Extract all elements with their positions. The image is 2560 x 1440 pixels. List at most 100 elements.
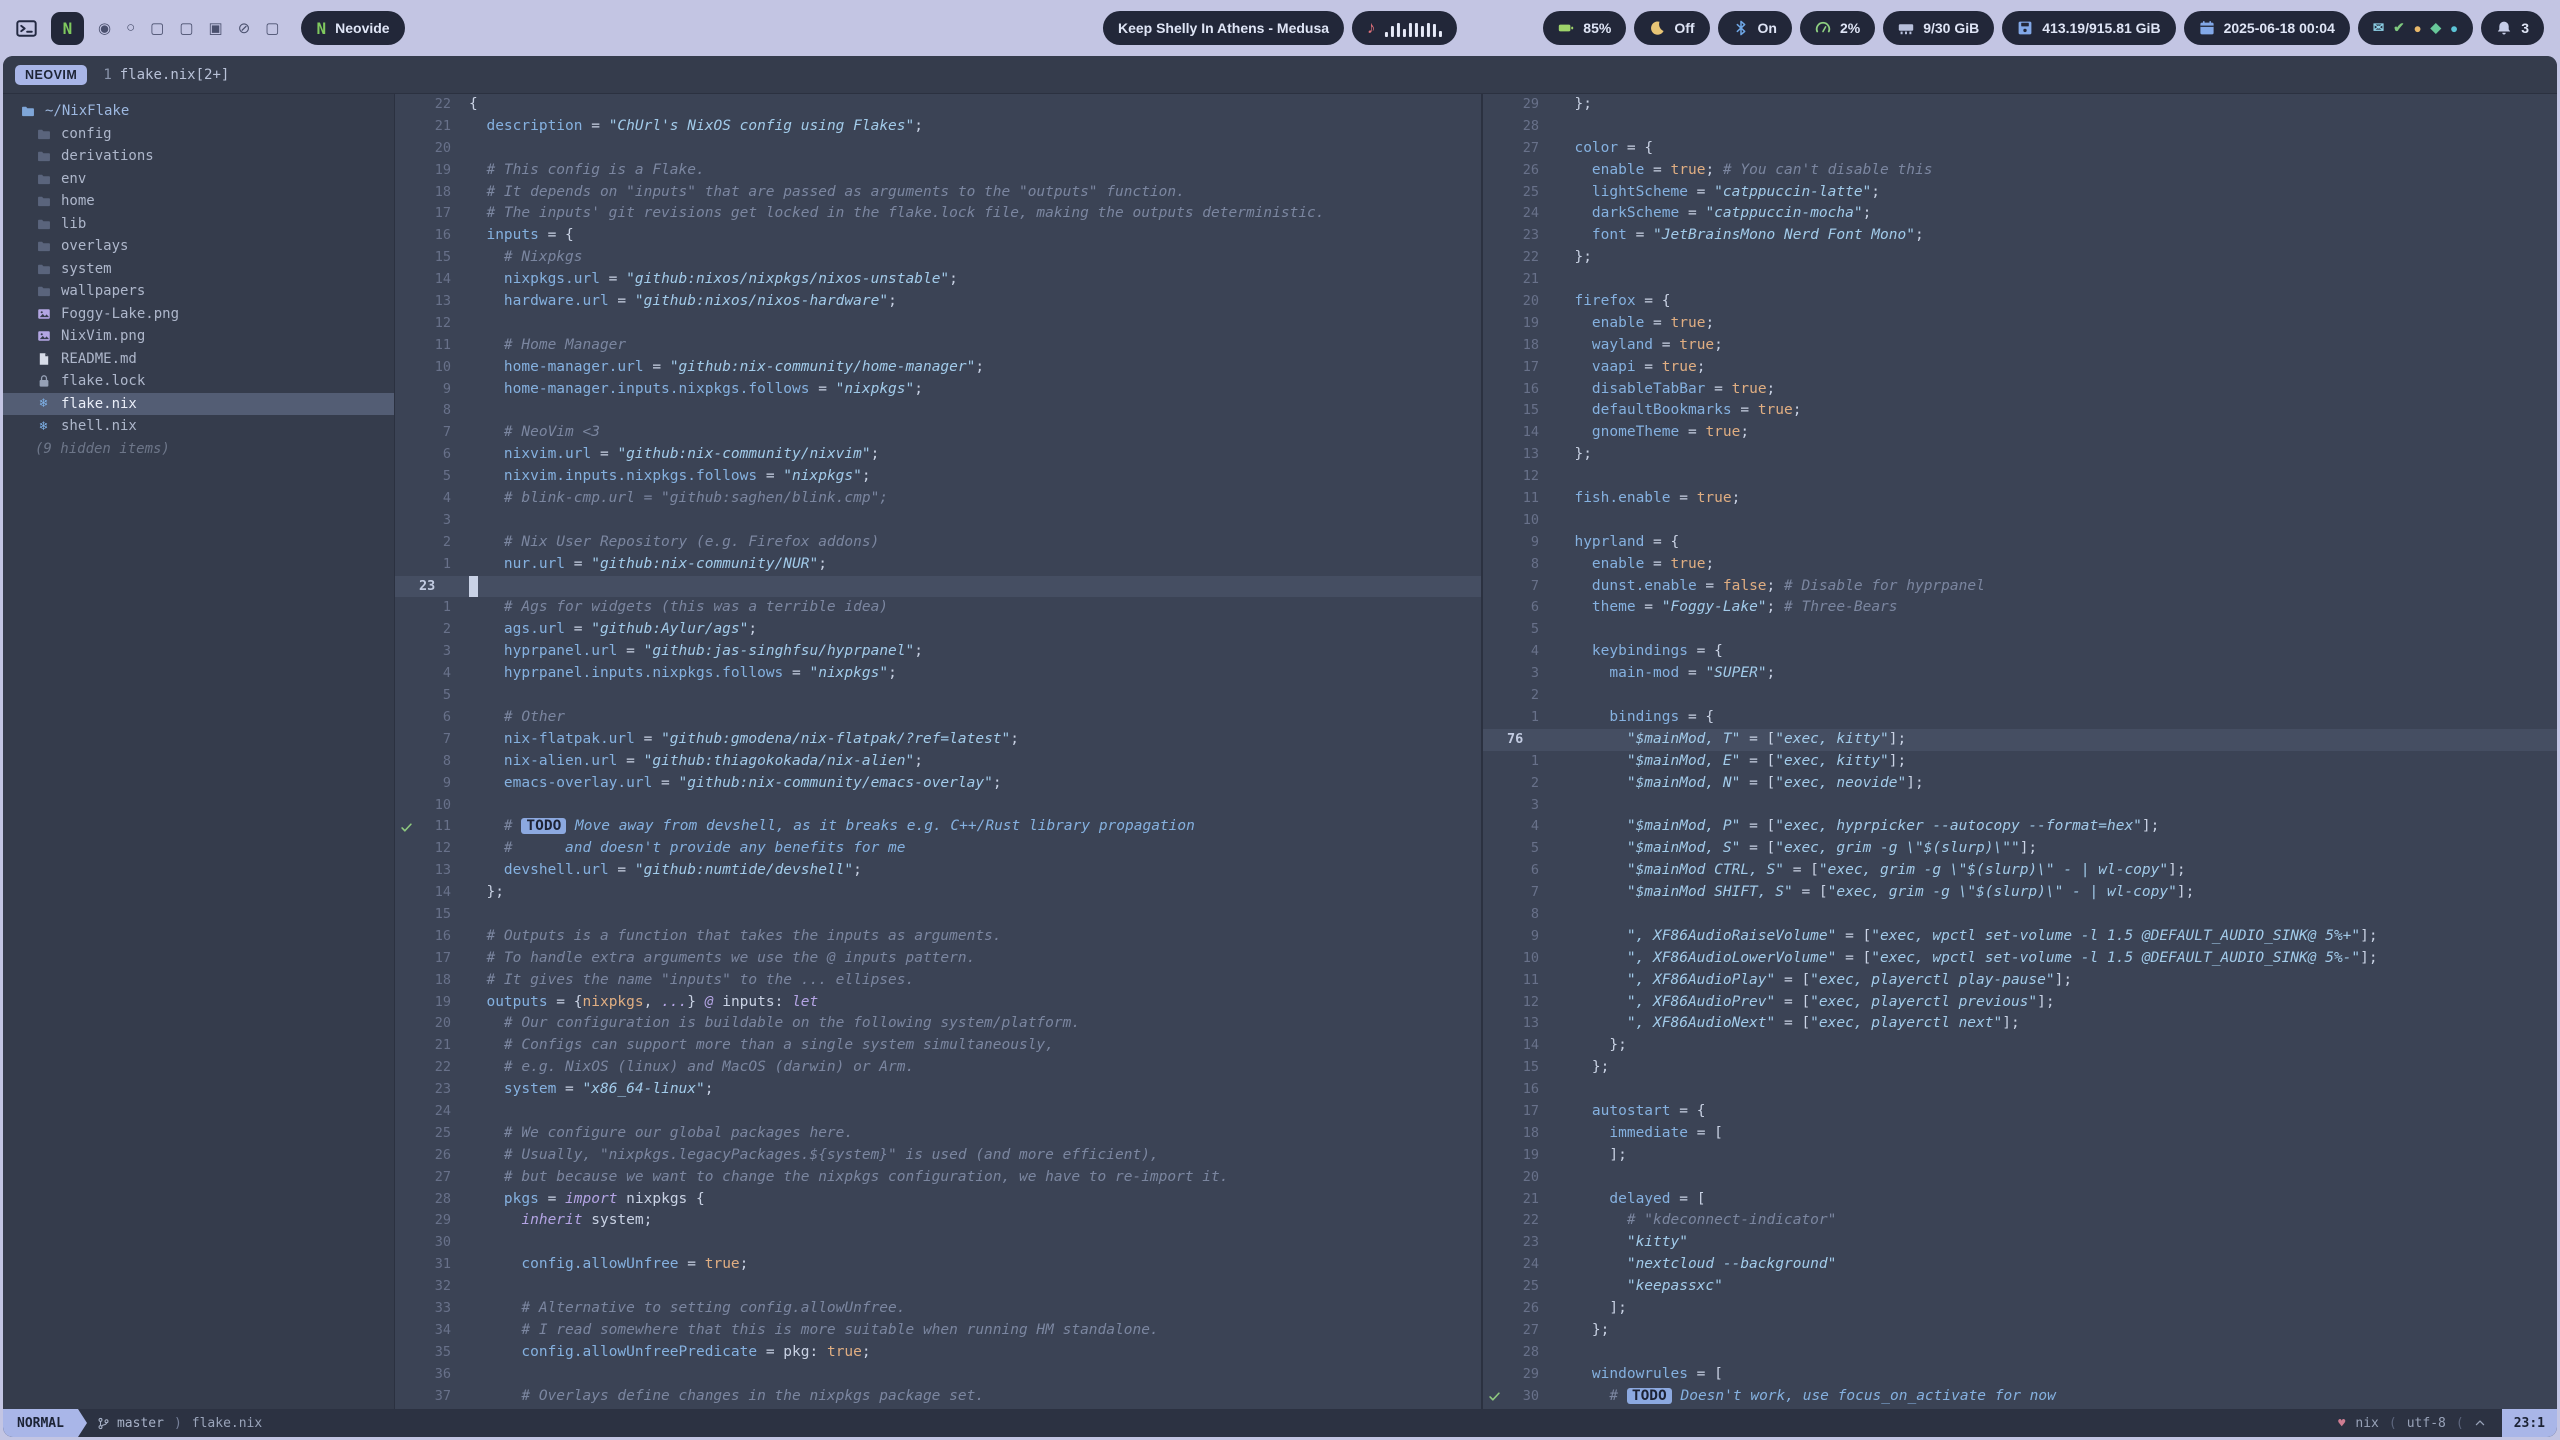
code-line[interactable]: 5 [395, 685, 1481, 707]
code-line[interactable]: 3 [395, 510, 1481, 532]
workspace-icon[interactable]: ▣ [209, 19, 223, 37]
tree-item-wallpapers[interactable]: wallpapers [3, 280, 394, 303]
code-line[interactable]: 4 hyprpanel.inputs.nixpkgs.follows = "ni… [395, 663, 1481, 685]
code-line[interactable]: 24 [395, 1101, 1481, 1123]
code-line[interactable]: 29 windowrules = [ [1483, 1364, 2557, 1386]
code-line[interactable]: 4 "$mainMod, P" = ["exec, hyprpicker --a… [1483, 816, 2557, 838]
code-line[interactable]: 18 wayland = true; [1483, 335, 2557, 357]
code-line[interactable]: 13 ", XF86AudioNext" = ["exec, playerctl… [1483, 1013, 2557, 1035]
code-line[interactable]: 17 # To handle extra arguments we use th… [395, 948, 1481, 970]
code-line[interactable]: 34 # I read somewhere that this is more … [395, 1320, 1481, 1342]
code-line[interactable]: 16 [1483, 1079, 2557, 1101]
code-line[interactable]: 27 }; [1483, 1320, 2557, 1342]
code-line[interactable]: 17 # The inputs' git revisions get locke… [395, 203, 1481, 225]
code-line[interactable]: 13 hardware.url = "github:nixos/nixos-ha… [395, 291, 1481, 313]
code-line[interactable]: 15 defaultBookmarks = true; [1483, 400, 2557, 422]
code-line[interactable]: 6 theme = "Foggy-Lake"; # Three-Bears [1483, 597, 2557, 619]
code-line[interactable]: 17 vaapi = true; [1483, 357, 2557, 379]
code-line[interactable]: 11 # Home Manager [395, 335, 1481, 357]
workspace-icon[interactable]: ▢ [150, 19, 164, 37]
active-window-badge[interactable]: N Neovide [301, 11, 404, 45]
code-line[interactable]: 14 gnomeTheme = true; [1483, 422, 2557, 444]
tree-item-Foggy-Lake.png[interactable]: Foggy-Lake.png [3, 303, 394, 326]
code-line[interactable]: 12 [1483, 466, 2557, 488]
tree-item-system[interactable]: system [3, 258, 394, 281]
code-line[interactable]: 5 [1483, 619, 2557, 641]
code-line[interactable]: 25 lightScheme = "catppuccin-latte"; [1483, 182, 2557, 204]
code-line[interactable]: 28 [1483, 116, 2557, 138]
code-line[interactable]: 2 ags.url = "github:Aylur/ags"; [395, 619, 1481, 641]
code-line[interactable]: 6 nixvim.url = "github:nix-community/nix… [395, 444, 1481, 466]
code-line[interactable]: 3 [1483, 795, 2557, 817]
code-line[interactable]: 3 hyprpanel.url = "github:jas-singhfsu/h… [395, 641, 1481, 663]
workspace-icon[interactable]: ▢ [179, 19, 193, 37]
code-line[interactable]: 10 [395, 795, 1481, 817]
tray-icon[interactable]: ✔ [2393, 20, 2404, 36]
tray-icon[interactable]: ● [2414, 21, 2422, 36]
code-line[interactable]: 29 inherit system; [395, 1210, 1481, 1232]
code-line[interactable]: 1 "$mainMod, E" = ["exec, kitty"]; [1483, 751, 2557, 773]
code-line[interactable]: 37 # Overlays define changes in the nixp… [395, 1386, 1481, 1408]
code-line[interactable]: 9 emacs-overlay.url = "github:nix-commun… [395, 773, 1481, 795]
workspace-active-neovim[interactable]: N [51, 12, 84, 45]
code-line[interactable]: 19 # This config is a Flake. [395, 160, 1481, 182]
code-line[interactable]: 12 ", XF86AudioPrev" = ["exec, playerctl… [1483, 992, 2557, 1014]
tree-item-shell.nix[interactable]: ❄shell.nix [3, 415, 394, 438]
code-line[interactable]: 2 # Nix User Repository (e.g. Firefox ad… [395, 532, 1481, 554]
code-line[interactable]: 20 [395, 138, 1481, 160]
tree-item-flake.nix[interactable]: ❄flake.nix [3, 393, 394, 416]
tree-item-lib[interactable]: lib [3, 213, 394, 236]
code-line[interactable]: 16 disableTabBar = true; [1483, 379, 2557, 401]
code-line[interactable]: 28 [1483, 1342, 2557, 1364]
code-line[interactable]: 8 [1483, 904, 2557, 926]
tree-item-NixVim.png[interactable]: NixVim.png [3, 325, 394, 348]
code-line[interactable]: 9 ", XF86AudioRaiseVolume" = ["exec, wpc… [1483, 926, 2557, 948]
code-line[interactable]: 18 immediate = [ [1483, 1123, 2557, 1145]
code-line[interactable]: 1 bindings = { [1483, 707, 2557, 729]
code-line[interactable]: 21 # Configs can support more than a sin… [395, 1035, 1481, 1057]
code-line[interactable]: 23 [395, 576, 1481, 598]
code-line[interactable]: 5 "$mainMod, S" = ["exec, grim -g \"$(sl… [1483, 838, 2557, 860]
code-line[interactable]: 4 keybindings = { [1483, 641, 2557, 663]
code-line[interactable]: 22 }; [1483, 247, 2557, 269]
tray-icon[interactable]: ✉ [2373, 20, 2384, 36]
code-line[interactable]: 12 [395, 313, 1481, 335]
tray-icon[interactable]: ◆ [2431, 20, 2441, 36]
code-line[interactable]: 22{ [395, 94, 1481, 116]
code-line[interactable]: 35 config.allowUnfreePredicate = pkg: tr… [395, 1342, 1481, 1364]
code-line[interactable]: 8 enable = true; [1483, 554, 2557, 576]
tree-item-home[interactable]: home [3, 190, 394, 213]
code-line[interactable]: 32 [395, 1276, 1481, 1298]
code-line[interactable]: 21 [1483, 269, 2557, 291]
code-line[interactable]: 2 "$mainMod, N" = ["exec, neovide"]; [1483, 773, 2557, 795]
memory-module[interactable]: 9/30 GiB [1883, 11, 1994, 45]
code-line[interactable]: 19 ]; [1483, 1145, 2557, 1167]
code-line[interactable]: 20 firefox = { [1483, 291, 2557, 313]
code-line[interactable]: 19 outputs = {nixpkgs, ...} @ inputs: le… [395, 992, 1481, 1014]
tree-item-NixFlake[interactable]: ~/NixFlake [3, 100, 394, 123]
code-line[interactable]: 14 }; [395, 882, 1481, 904]
code-line[interactable]: 16 # Outputs is a function that takes th… [395, 926, 1481, 948]
code-line[interactable]: 30 # TODO Doesn't work, use focus_on_act… [1483, 1386, 2557, 1408]
code-line[interactable]: 1 # Ags for widgets (this was a terrible… [395, 597, 1481, 619]
tree-item-config[interactable]: config [3, 123, 394, 146]
code-line[interactable]: 26 ]; [1483, 1298, 2557, 1320]
code-line[interactable]: 27 color = { [1483, 138, 2557, 160]
battery-module[interactable]: 85% [1543, 11, 1626, 45]
system-tray[interactable]: ✉✔●◆● [2358, 11, 2473, 45]
workspace-icon[interactable]: ◉ [98, 19, 111, 37]
disk-module[interactable]: 413.19/915.81 GiB [2002, 11, 2175, 45]
media-visualizer[interactable]: ♪ [1352, 11, 1457, 45]
code-line[interactable]: 15 # Nixpkgs [395, 247, 1481, 269]
code-line[interactable]: 9 hyprland = { [1483, 532, 2557, 554]
code-line[interactable]: 7 dunst.enable = false; # Disable for hy… [1483, 576, 2557, 598]
code-line[interactable]: 25 # We configure our global packages he… [395, 1123, 1481, 1145]
workspace-icon[interactable]: ▢ [265, 19, 279, 37]
code-line[interactable]: 3 main-mod = "SUPER"; [1483, 663, 2557, 685]
code-line[interactable]: 11 ", XF86AudioPlay" = ["exec, playerctl… [1483, 970, 2557, 992]
tree-item-README.md[interactable]: README.md [3, 348, 394, 371]
code-line[interactable]: 23 font = "JetBrainsMono Nerd Font Mono"… [1483, 225, 2557, 247]
code-line[interactable]: 6 "$mainMod CTRL, S" = ["exec, grim -g \… [1483, 860, 2557, 882]
code-line[interactable]: 7 # NeoVim <3 [395, 422, 1481, 444]
tree-item-overlays[interactable]: overlays [3, 235, 394, 258]
